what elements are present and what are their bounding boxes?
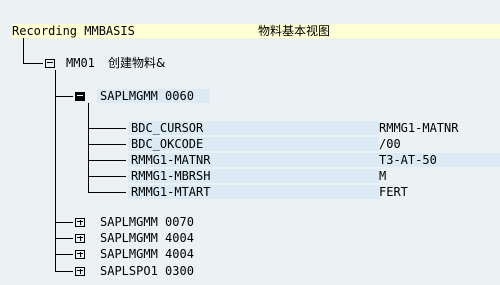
folder-open-icon[interactable] [75,92,85,101]
folder-closed-icon[interactable] [75,250,85,259]
screen-row[interactable]: SAPLSPO1 0300 [100,264,194,278]
field-value[interactable]: M [379,169,386,183]
screen-row[interactable]: SAPLMGMM 0060 [97,89,210,103]
field-name[interactable]: RMMG1-MBRSH [128,169,379,183]
screen-dynpro: 0060 [165,89,194,103]
transaction-text: 创建物料& [108,56,166,70]
field-value[interactable]: FERT [379,185,408,199]
field-name[interactable]: BDC_CURSOR [128,121,379,135]
screen-dynpro: 4004 [165,247,194,261]
recording-description: 物料基本视图 [254,24,500,38]
screen-row[interactable]: SAPLMGMM 4004 [100,231,194,245]
folder-open-icon[interactable] [45,59,55,68]
field-value[interactable]: RMMG1-MATNR [379,121,458,135]
screen-program: SAPLMGMM [100,215,158,229]
screen-row[interactable]: SAPLMGMM 4004 [100,247,194,261]
transaction-code[interactable]: MM01 [66,56,95,70]
folder-closed-icon[interactable] [75,218,85,227]
tree-line-screen-3-h [55,238,73,239]
folder-closed-icon[interactable] [75,234,85,243]
field-value[interactable]: /00 [379,137,401,151]
field-name[interactable]: RMMG1-MTART [128,185,379,199]
folder-closed-icon[interactable] [75,267,85,276]
tree-line-screen-5-h [55,271,73,272]
tree-line-screen-2-h [55,222,73,223]
screen-program: SAPLMGMM [100,89,158,103]
tree-line-root-vertical [23,38,24,63]
screen-program: SAPLMGMM [100,247,158,261]
screen-dynpro: 0300 [165,264,194,278]
tree-line-field-2-h [88,144,126,145]
screen-dynpro: 0070 [165,215,194,229]
tree-line-transaction-vertical [55,70,56,272]
tree-line-field-5-h [88,192,126,193]
tree-line-field-4-h [88,176,126,177]
recording-title[interactable]: Recording MMBASIS [12,24,254,38]
screen-program: SAPLMGMM [100,231,158,245]
tree-line-root-horizontal [23,63,43,64]
field-name[interactable]: BDC_OKCODE [128,137,379,151]
tree-line-screen-4-h [55,254,73,255]
tree-line-screen-1-h [55,96,73,97]
screen-program: SAPLSPO1 [100,264,158,278]
tree-line-fields-vertical [88,103,89,192]
screen-row[interactable]: SAPLMGMM 0070 [100,215,194,229]
field-value[interactable]: T3-AT-50 [376,153,500,167]
tree-line-field-3-h [88,160,126,161]
tree-line-field-1-h [88,128,126,129]
field-name[interactable]: RMMG1-MATNR [128,153,379,167]
screen-dynpro: 4004 [165,231,194,245]
